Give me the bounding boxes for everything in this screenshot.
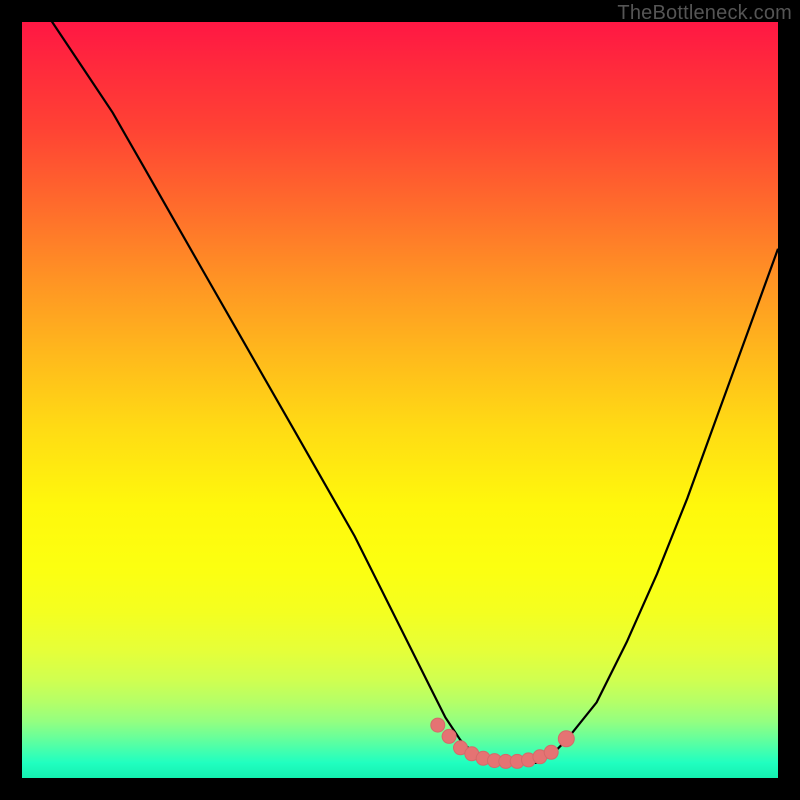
optimal-marker [558,731,574,747]
curve-layer [22,22,778,778]
optimal-marker [431,718,445,732]
plot-area [22,22,778,778]
optimal-markers [431,718,575,768]
chart-frame: TheBottleneck.com [0,0,800,800]
bottleneck-curve [22,0,778,763]
optimal-marker [544,745,558,759]
optimal-marker [442,729,456,743]
watermark-text: TheBottleneck.com [617,2,792,25]
